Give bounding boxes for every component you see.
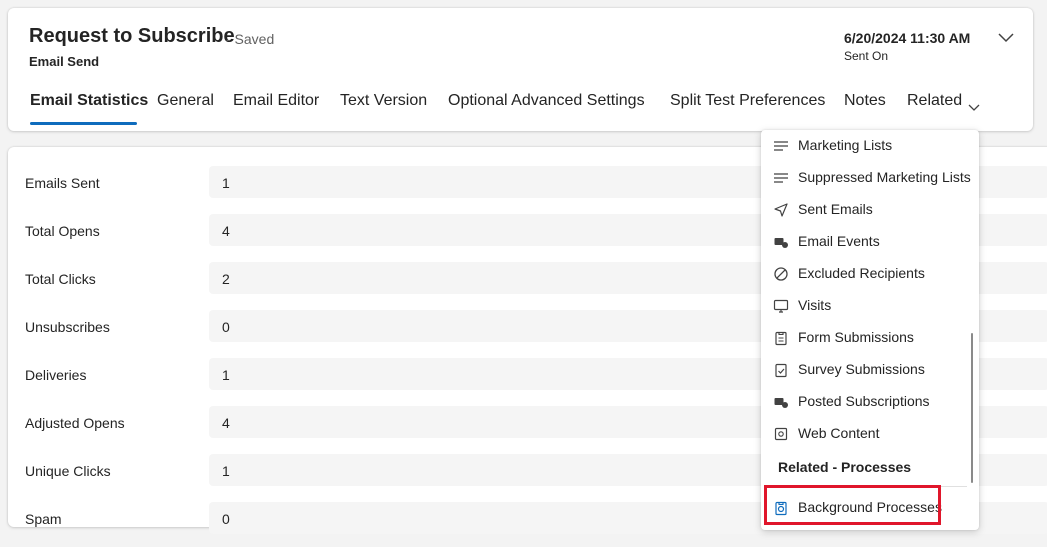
tab-split-test-preferences[interactable]: Split Test Preferences xyxy=(670,92,825,110)
related-processes-heading: Related - Processes xyxy=(778,459,912,475)
field-label: Emails Sent xyxy=(25,175,100,191)
tab-general[interactable]: General xyxy=(157,92,214,110)
menu-item-email-events[interactable]: Email Events xyxy=(761,226,969,258)
highlight-box xyxy=(764,485,941,525)
tab-notes[interactable]: Notes xyxy=(844,92,886,110)
active-tab-indicator xyxy=(30,122,137,125)
tab-text-version[interactable]: Text Version xyxy=(340,92,427,110)
menu-item-web-content[interactable]: Web Content xyxy=(761,418,969,450)
desktop-icon xyxy=(773,299,789,313)
expand-header-button[interactable] xyxy=(996,30,1020,50)
menu-item-sent-emails[interactable]: Sent Emails xyxy=(761,194,969,226)
list-icon xyxy=(774,141,788,151)
web-content-icon xyxy=(774,427,788,441)
send-icon xyxy=(774,203,788,217)
header-card: Request to Subscribe - Saved Email Send … xyxy=(8,8,1033,131)
menu-item-survey-submissions[interactable]: Survey Submissions xyxy=(761,354,969,386)
field-label: Deliveries xyxy=(25,367,87,383)
email-events-icon xyxy=(774,238,788,248)
related-menu: Marketing Lists Suppressed Marketing Lis… xyxy=(761,130,979,530)
clipboard-check-icon xyxy=(775,363,787,378)
field-label: Unique Clicks xyxy=(25,463,111,479)
email-events-icon xyxy=(774,398,788,408)
sent-on-value: 6/20/2024 11:30 AM xyxy=(844,30,971,46)
field-label: Total Opens xyxy=(25,223,100,239)
tab-email-editor[interactable]: Email Editor xyxy=(233,92,319,110)
tab-optional-advanced-settings[interactable]: Optional Advanced Settings xyxy=(448,92,645,110)
chevron-down-icon xyxy=(968,104,980,111)
clipboard-icon xyxy=(775,331,787,346)
menu-item-posted-subscriptions[interactable]: Posted Subscriptions xyxy=(761,386,969,418)
menu-item-form-submissions[interactable]: Form Submissions xyxy=(761,322,969,354)
menu-item-marketing-lists[interactable]: Marketing Lists xyxy=(761,130,969,162)
menu-item-visits[interactable]: Visits xyxy=(761,290,969,322)
list-icon xyxy=(774,173,788,183)
tab-list: Email Statistics General Email Editor Te… xyxy=(8,90,1033,130)
prohibited-icon xyxy=(774,267,788,281)
menu-scrollbar[interactable] xyxy=(971,333,973,483)
entity-type: Email Send xyxy=(29,54,100,69)
tab-email-statistics[interactable]: Email Statistics xyxy=(30,92,148,110)
page-title: Request to Subscribe xyxy=(29,25,235,47)
sent-on-label: Sent On xyxy=(844,49,889,63)
field-label: Adjusted Opens xyxy=(25,415,125,431)
save-status: - Saved xyxy=(226,31,275,47)
tab-related[interactable]: Related xyxy=(907,92,962,110)
field-label: Spam xyxy=(25,511,62,527)
chevron-down-icon xyxy=(998,33,1014,43)
menu-item-suppressed-marketing-lists[interactable]: Suppressed Marketing Lists xyxy=(761,162,971,194)
field-label: Total Clicks xyxy=(25,271,96,287)
menu-item-excluded-recipients[interactable]: Excluded Recipients xyxy=(761,258,969,290)
field-label: Unsubscribes xyxy=(25,319,110,335)
